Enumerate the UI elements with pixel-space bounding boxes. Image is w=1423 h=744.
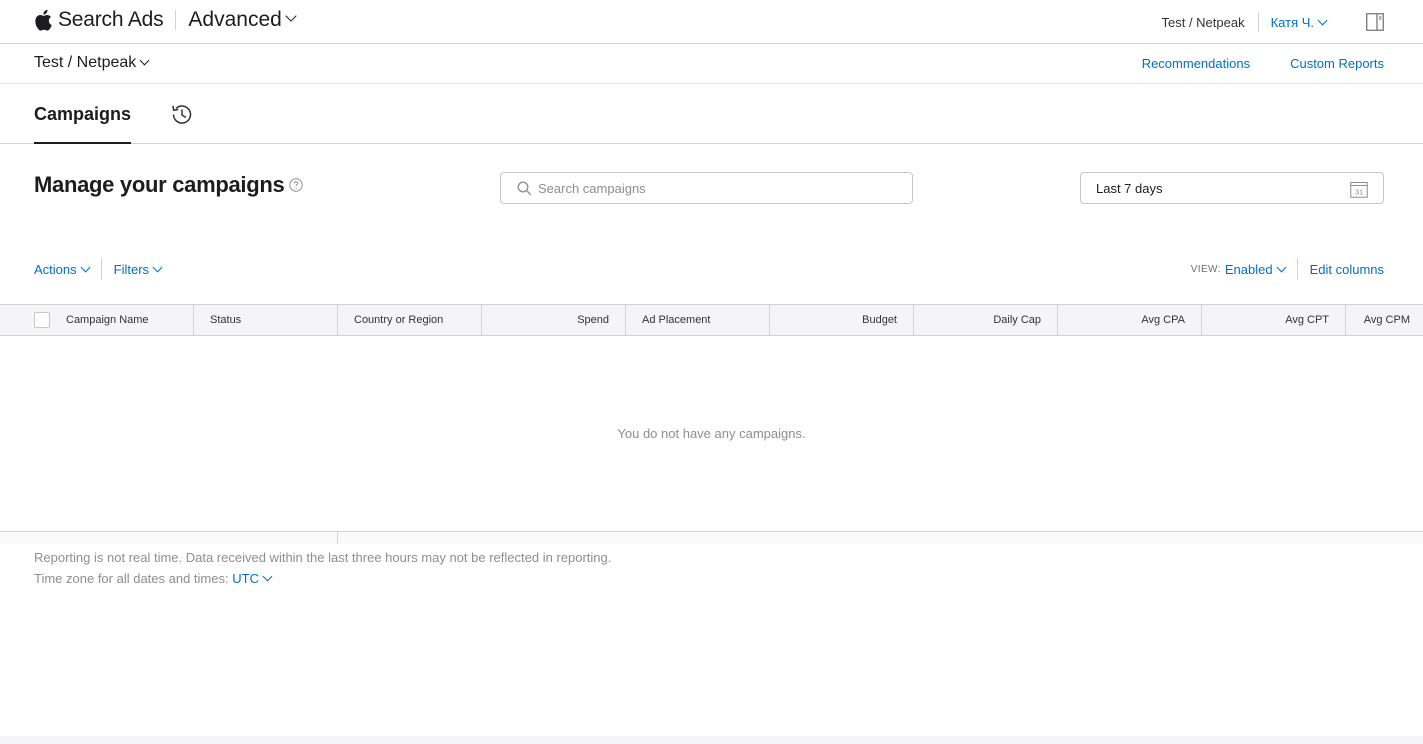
column-avg-cpm[interactable]: Avg CPM	[1346, 305, 1423, 335]
reporting-note: Reporting is not real time. Data receive…	[34, 550, 612, 565]
timezone-label: Time zone for all dates and times:	[34, 571, 229, 586]
column-country-region[interactable]: Country or Region	[338, 305, 482, 335]
date-range-value: Last 7 days	[1096, 180, 1163, 196]
sidebar-panel-icon[interactable]	[1366, 13, 1384, 31]
column-daily-cap[interactable]: Daily Cap	[914, 305, 1058, 335]
recommendations-link[interactable]: Recommendations	[1142, 56, 1250, 71]
column-ad-placement[interactable]: Ad Placement	[626, 305, 770, 335]
account-switcher[interactable]: Test / Netpeak	[34, 54, 150, 72]
filters-dropdown[interactable]: Filters	[113, 261, 163, 277]
reporting-notes: Reporting is not real time. Data receive…	[34, 547, 611, 589]
history-icon[interactable]	[169, 102, 194, 127]
user-name: Катя Ч.	[1270, 14, 1314, 30]
column-campaign-name[interactable]: Campaign Name	[0, 305, 194, 335]
account-name: Test / Netpeak	[34, 54, 137, 71]
top-bar: Search Ads Advanced Test / Netpeak Катя …	[0, 0, 1423, 44]
column-avg-cpa[interactable]: Avg CPA	[1058, 305, 1202, 335]
search-icon	[517, 181, 532, 195]
search-field[interactable]	[500, 172, 913, 204]
brand-name: Search Ads	[58, 8, 164, 31]
view-label: VIEW:	[1190, 263, 1221, 275]
divider	[1296, 258, 1298, 280]
column-budget[interactable]: Budget	[770, 305, 914, 335]
help-icon[interactable]	[289, 178, 304, 192]
chevron-down-icon	[152, 262, 163, 272]
sub-links: Recommendations Custom Reports	[1142, 56, 1384, 71]
tab-bar: Campaigns	[0, 84, 1423, 144]
search-input[interactable]	[538, 180, 898, 196]
select-all-checkbox[interactable]	[34, 312, 50, 328]
apple-logo-icon	[35, 9, 52, 31]
tab-campaigns[interactable]: Campaigns	[34, 84, 132, 144]
table-body: You do not have any campaigns.	[0, 336, 1423, 532]
product-tier-label: Advanced	[188, 8, 282, 31]
custom-reports-link[interactable]: Custom Reports	[1290, 56, 1384, 71]
table-toolbar-left: Actions Filters	[34, 258, 163, 280]
actions-label: Actions	[34, 261, 77, 277]
edit-columns-link[interactable]: Edit columns	[1310, 262, 1384, 277]
chevron-down-icon	[139, 55, 150, 66]
chevron-down-icon	[262, 571, 273, 582]
org-label: Test / Netpeak	[1161, 14, 1245, 30]
calendar-icon: 31	[1350, 182, 1368, 198]
chevron-down-icon	[1317, 15, 1328, 25]
brand: Search Ads Advanced	[34, 6, 297, 34]
view-dropdown[interactable]: Enabled	[1224, 261, 1287, 277]
table-toolbar-right: VIEW: Enabled Edit columns	[1190, 258, 1384, 280]
empty-state-message: You do not have any campaigns.	[617, 426, 806, 441]
view-value: Enabled	[1224, 261, 1273, 277]
chevron-down-icon	[80, 262, 91, 272]
table-footer	[0, 532, 1423, 544]
column-status[interactable]: Status	[194, 305, 338, 335]
page-bottom-strip	[0, 736, 1423, 744]
chevron-down-icon	[285, 10, 297, 22]
top-right-controls: Test / Netpeak Катя Ч.	[1161, 0, 1423, 44]
product-tier-dropdown[interactable]: Advanced	[188, 8, 297, 32]
calendar-day: 31	[1355, 188, 1363, 197]
column-divider	[337, 532, 338, 544]
column-avg-cpt[interactable]: Avg CPT	[1202, 305, 1346, 335]
date-range-picker[interactable]: Last 7 days 31	[1080, 172, 1384, 204]
page-title-text: Manage your campaigns	[34, 172, 285, 197]
timezone-value: UTC	[232, 571, 259, 586]
page-title: Manage your campaigns	[34, 172, 304, 198]
user-menu[interactable]: Катя Ч.	[1259, 15, 1366, 30]
timezone-dropdown[interactable]: UTC	[232, 571, 273, 586]
column-spend[interactable]: Spend	[482, 305, 626, 335]
chevron-down-icon	[1276, 262, 1287, 272]
account-bar: Test / Netpeak Recommendations Custom Re…	[0, 44, 1423, 84]
timezone-row: Time zone for all dates and times: UTC	[34, 568, 611, 589]
divider	[100, 258, 102, 280]
brand-divider	[175, 10, 177, 30]
actions-dropdown[interactable]: Actions	[34, 261, 91, 277]
column-label: Campaign Name	[66, 314, 149, 326]
filters-label: Filters	[113, 261, 150, 277]
table-header: Campaign Name Status Country or Region S…	[0, 304, 1423, 336]
